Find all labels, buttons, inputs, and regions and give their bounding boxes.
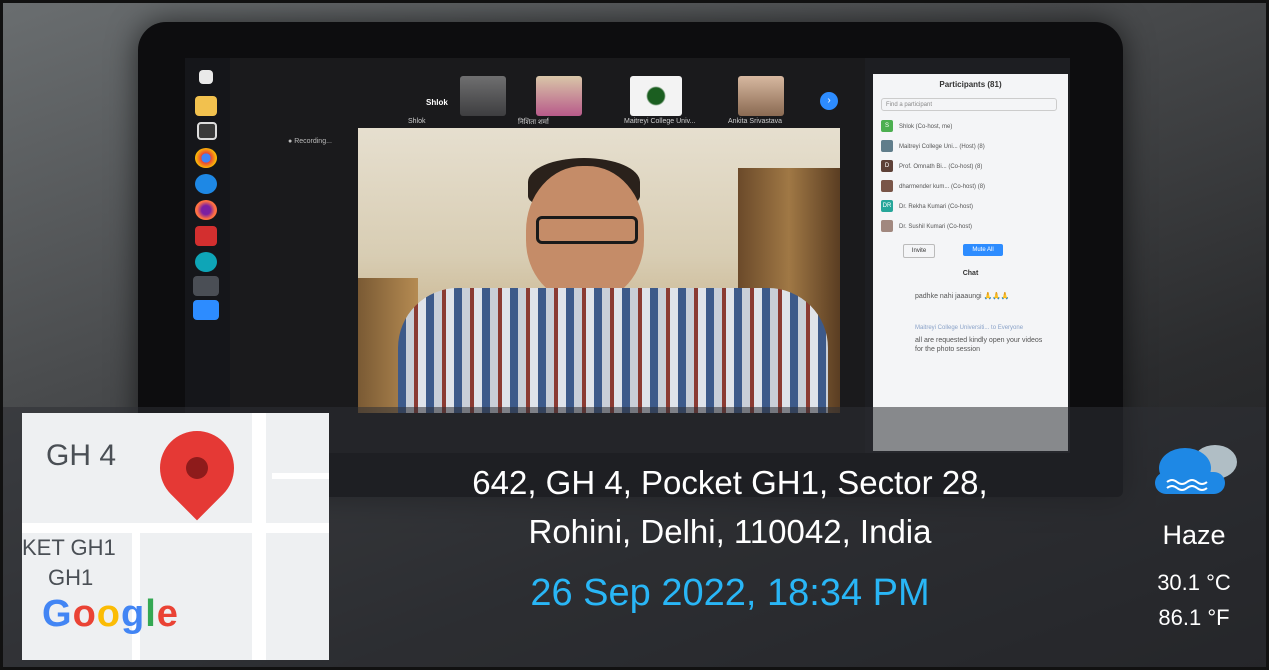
mute-all-button[interactable]: Mute All <box>963 244 1003 256</box>
participant-avatar <box>881 220 893 233</box>
participant-row[interactable]: dharmender kum... (Co-host) (8) <box>881 180 1061 194</box>
recording-indicator: ● Recording... <box>288 138 332 145</box>
address-text: 642, GH 4, Pocket GH1, Sector 28, Rohini… <box>360 458 1100 556</box>
thumbnail-label: Shlok <box>408 118 426 125</box>
photo-frame: Shlok Shlok निशिता शर्मा Maitreyi Colleg… <box>0 0 1269 670</box>
participant-name: dharmender kum... (Co-host) (8) <box>899 184 986 190</box>
laptop-screen: Shlok Shlok निशिता शर्मा Maitreyi Colleg… <box>185 58 1070 453</box>
chrome-app-icon[interactable] <box>193 276 219 296</box>
recording-label: Recording... <box>294 138 332 145</box>
thumbnail-label: Maitreyi College Univ... <box>624 118 696 125</box>
zoom-app-icon[interactable] <box>193 300 219 320</box>
chat-title: Chat <box>962 270 979 277</box>
datetime-stamp: 26 Sep 2022, 18:34 PM <box>530 572 930 614</box>
thumbnail-label: निशिता शर्मा <box>518 119 549 126</box>
windows-start-icon[interactable] <box>199 70 213 84</box>
participant-name: Dr. Sushil Kumari (Co-host) <box>899 224 973 230</box>
thumbnail-video[interactable] <box>738 76 784 116</box>
temperature-fahrenheit: 86.1 °F <box>1158 605 1230 630</box>
map-road <box>252 413 266 660</box>
google-logo: Google <box>42 593 179 635</box>
active-speaker-video <box>358 128 840 413</box>
chat-message: padhke nahi jaaaungi 🙏🙏🙏 <box>915 293 1010 300</box>
map-road <box>22 523 329 533</box>
edge-legacy-icon[interactable] <box>195 174 217 194</box>
participant-avatar: D <box>881 160 893 173</box>
windows-taskbar <box>185 58 230 453</box>
participant-row[interactable]: Dr. Sushil Kumari (Co-host) <box>881 220 1061 234</box>
participants-title: Participants (81) <box>939 80 1002 89</box>
thumbnail-video[interactable] <box>536 76 582 116</box>
temperature-celsius: 30.1 °C <box>1157 570 1231 595</box>
participant-name: Shlok (Co-host, me) <box>899 124 953 130</box>
invite-button[interactable]: Invite <box>903 244 935 258</box>
address-line: 642, GH 4, Pocket GH1, Sector 28, <box>472 464 988 501</box>
location-pin-dot <box>186 457 208 479</box>
firefox-icon[interactable] <box>195 200 217 220</box>
store-icon[interactable] <box>197 122 217 140</box>
participant-row[interactable]: D Prof. Omnath Bi... (Co-host) (8) <box>881 160 1061 174</box>
map-road <box>272 473 329 479</box>
participant-name: Dr. Rekha Kumari (Co-host) <box>899 204 974 210</box>
zoom-meeting-view: Shlok Shlok निशिता शर्मा Maitreyi Colleg… <box>230 58 865 453</box>
file-explorer-icon[interactable] <box>195 96 217 116</box>
map-label: KET GH1 <box>22 535 116 560</box>
thumbnail-video[interactable] <box>630 76 682 116</box>
next-page-button[interactable]: › <box>820 92 838 110</box>
speaker-glasses <box>536 216 638 244</box>
participant-avatar: S <box>881 120 893 133</box>
participant-name: Maitreyi College Uni... (Host) (8) <box>899 144 985 150</box>
participant-avatar: DR <box>881 200 893 213</box>
participant-row[interactable]: S Shlok (Co-host, me) <box>881 120 1061 134</box>
participant-name: Prof. Omnath Bi... (Co-host) (8) <box>899 164 983 170</box>
participant-search-input[interactable]: Find a participant <box>881 98 1057 111</box>
thumbnail-video[interactable] <box>460 76 506 116</box>
speaker-shirt <box>398 288 828 413</box>
map-thumbnail: GH 4 KET GH1 GH1 Google <box>22 413 329 660</box>
participant-avatar <box>881 140 893 153</box>
haze-weather-icon <box>1155 445 1237 494</box>
participant-row[interactable]: DR Dr. Rekha Kumari (Co-host) <box>881 200 1061 214</box>
map-label: GH 4 <box>46 439 117 472</box>
address-line: Rohini, Delhi, 110042, India <box>528 513 932 550</box>
participants-panel: Participants (81) Find a participant S Sh… <box>873 74 1068 451</box>
acrobat-icon[interactable] <box>195 226 217 246</box>
chat-sender: Maitreyi College Universiti... to Everyo… <box>915 325 1024 331</box>
participant-avatar <box>881 180 893 193</box>
chrome-icon[interactable] <box>195 148 217 168</box>
participant-row[interactable]: Maitreyi College Uni... (Host) (8) <box>881 140 1061 154</box>
map-label: GH1 <box>48 565 94 590</box>
weather-condition: Haze <box>1162 520 1226 550</box>
video-thumbnail-strip: Shlok निशिता शर्मा Maitreyi College Univ… <box>290 58 870 126</box>
edge-icon[interactable] <box>195 252 217 272</box>
chat-message: all are requested kindly open your video… <box>915 337 1043 353</box>
thumbnail-label: Ankita Srivastava <box>728 118 783 125</box>
